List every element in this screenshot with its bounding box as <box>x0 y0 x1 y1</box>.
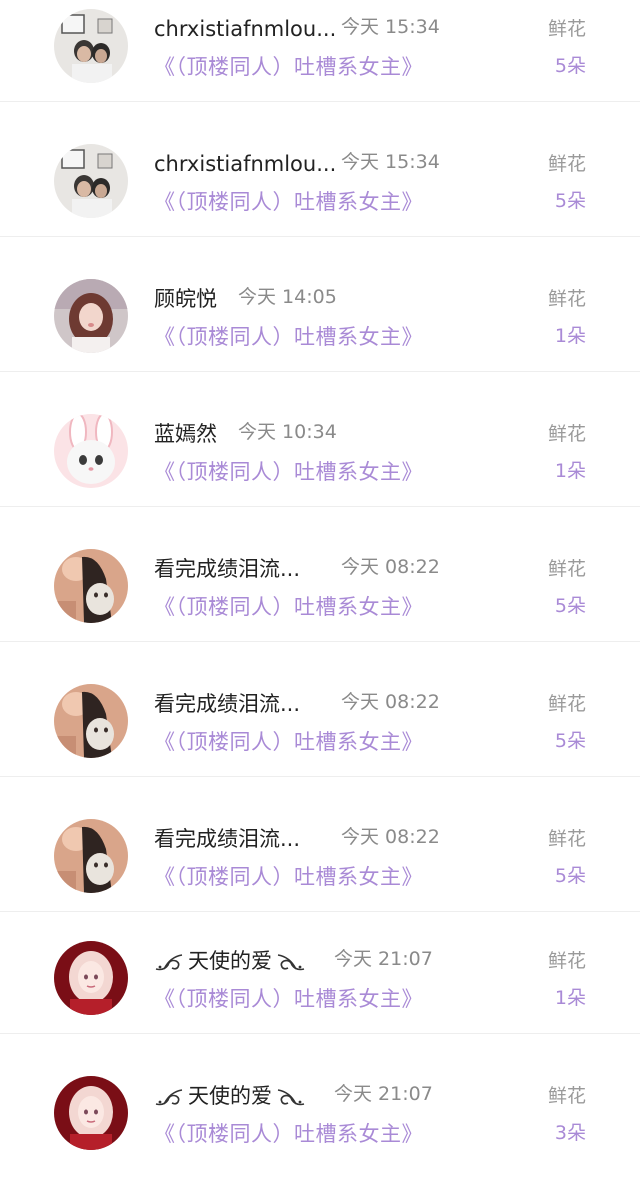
username-text: 天使的爱 <box>188 949 272 973</box>
row-divider <box>0 101 640 102</box>
girl-with-rabbit-avatar-image <box>54 549 128 623</box>
gift-type-label: 鲜花 <box>547 1085 586 1107</box>
username[interactable]: 蓝嫣然 <box>154 420 217 448</box>
list-item[interactable]: chrxistiafnmlou... 今天 15:34 《（顶楼同人）吐槽系女主… <box>0 0 640 120</box>
username[interactable]: 天使的爱 <box>154 947 306 975</box>
swirl-right-icon <box>277 1089 305 1106</box>
bunny-cat-avatar-image <box>54 414 128 488</box>
row-divider <box>0 1033 640 1034</box>
gift-type-label: 鲜花 <box>547 423 586 445</box>
row-divider <box>0 641 640 642</box>
gift-record-list: chrxistiafnmlou... 今天 15:34 《（顶楼同人）吐槽系女主… <box>0 0 640 1169</box>
avatar[interactable] <box>54 1076 128 1150</box>
list-item[interactable]: chrxistiafnmlou... 今天 15:34 《（顶楼同人）吐槽系女主… <box>0 135 640 255</box>
row-divider <box>0 911 640 912</box>
timestamp: 今天 14:05 <box>238 286 337 308</box>
avatar[interactable] <box>54 684 128 758</box>
username-text: 天使的爱 <box>188 1084 272 1108</box>
avatar[interactable] <box>54 941 128 1015</box>
gift-count: 5朵 <box>554 865 586 887</box>
gift-type-label: 鲜花 <box>547 288 586 310</box>
avatar[interactable] <box>54 144 128 218</box>
timestamp: 今天 08:22 <box>341 826 440 848</box>
book-title-link[interactable]: 《（顶楼同人）吐槽系女主》 <box>154 52 423 82</box>
book-title-link[interactable]: 《（顶楼同人）吐槽系女主》 <box>154 1119 423 1149</box>
list-item[interactable]: 看完成绩泪流... 今天 08:22 《（顶楼同人）吐槽系女主》 鲜花 5朵 <box>0 540 640 660</box>
anime-angel-avatar-image <box>54 941 128 1015</box>
gift-type-label: 鲜花 <box>547 693 586 715</box>
book-title-link[interactable]: 《（顶楼同人）吐槽系女主》 <box>154 592 423 622</box>
timestamp: 今天 15:34 <box>341 151 440 173</box>
list-item[interactable]: 蓝嫣然 今天 10:34 《（顶楼同人）吐槽系女主》 鲜花 1朵 <box>0 405 640 525</box>
row-divider <box>0 371 640 372</box>
timestamp: 今天 10:34 <box>238 421 337 443</box>
book-title-link[interactable]: 《（顶楼同人）吐槽系女主》 <box>154 727 423 757</box>
book-title-link[interactable]: 《（顶楼同人）吐槽系女主》 <box>154 322 423 352</box>
gift-count: 5朵 <box>554 595 586 617</box>
swirl-left-icon <box>155 1089 183 1106</box>
avatar[interactable] <box>54 414 128 488</box>
row-divider <box>0 776 640 777</box>
username[interactable]: 看完成绩泪流... <box>154 555 300 583</box>
username[interactable]: chrxistiafnmlou... <box>154 15 336 43</box>
gift-count: 1朵 <box>554 325 586 347</box>
row-divider <box>0 236 640 237</box>
timestamp: 今天 21:07 <box>334 1083 433 1105</box>
username[interactable]: 顾皖悦 <box>154 285 217 313</box>
gift-count: 3朵 <box>554 1122 586 1144</box>
timestamp: 今天 21:07 <box>334 948 433 970</box>
timestamp: 今天 15:34 <box>341 16 440 38</box>
avatar[interactable] <box>54 819 128 893</box>
list-item[interactable]: 看完成绩泪流... 今天 08:22 《（顶楼同人）吐槽系女主》 鲜花 5朵 <box>0 810 640 930</box>
book-title-link[interactable]: 《（顶楼同人）吐槽系女主》 <box>154 457 423 487</box>
couple-photo-avatar-image <box>54 144 128 218</box>
gift-count: 5朵 <box>554 730 586 752</box>
gift-type-label: 鲜花 <box>547 828 586 850</box>
gift-type-label: 鲜花 <box>547 558 586 580</box>
couple-photo-avatar-image <box>54 9 128 83</box>
timestamp: 今天 08:22 <box>341 691 440 713</box>
list-item[interactable]: 天使的爱 今天 21:07 《（顶楼同人）吐槽系女主》 鲜花 3朵 <box>0 1067 640 1187</box>
gift-count: 1朵 <box>554 987 586 1009</box>
row-divider <box>0 506 640 507</box>
swirl-left-icon <box>155 954 183 971</box>
list-item[interactable]: 看完成绩泪流... 今天 08:22 《（顶楼同人）吐槽系女主》 鲜花 5朵 <box>0 675 640 795</box>
swirl-right-icon <box>277 954 305 971</box>
gift-type-label: 鲜花 <box>547 18 586 40</box>
timestamp: 今天 08:22 <box>341 556 440 578</box>
username[interactable]: 天使的爱 <box>154 1082 306 1110</box>
anime-angel-avatar-image <box>54 1076 128 1150</box>
girl-with-rabbit-avatar-image <box>54 684 128 758</box>
girl-with-rabbit-avatar-image <box>54 819 128 893</box>
girl-portrait-avatar-image <box>54 279 128 353</box>
list-item[interactable]: 顾皖悦 今天 14:05 《（顶楼同人）吐槽系女主》 鲜花 1朵 <box>0 270 640 390</box>
username[interactable]: 看完成绩泪流... <box>154 825 300 853</box>
gift-count: 5朵 <box>554 190 586 212</box>
avatar[interactable] <box>54 279 128 353</box>
book-title-link[interactable]: 《（顶楼同人）吐槽系女主》 <box>154 187 423 217</box>
book-title-link[interactable]: 《（顶楼同人）吐槽系女主》 <box>154 984 423 1014</box>
avatar[interactable] <box>54 9 128 83</box>
list-item[interactable]: 天使的爱 今天 21:07 《（顶楼同人）吐槽系女主》 鲜花 1朵 <box>0 932 640 1052</box>
avatar[interactable] <box>54 549 128 623</box>
gift-count: 5朵 <box>554 55 586 77</box>
gift-type-label: 鲜花 <box>547 950 586 972</box>
username[interactable]: chrxistiafnmlou... <box>154 150 336 178</box>
gift-count: 1朵 <box>554 460 586 482</box>
username[interactable]: 看完成绩泪流... <box>154 690 300 718</box>
book-title-link[interactable]: 《（顶楼同人）吐槽系女主》 <box>154 862 423 892</box>
gift-type-label: 鲜花 <box>547 153 586 175</box>
